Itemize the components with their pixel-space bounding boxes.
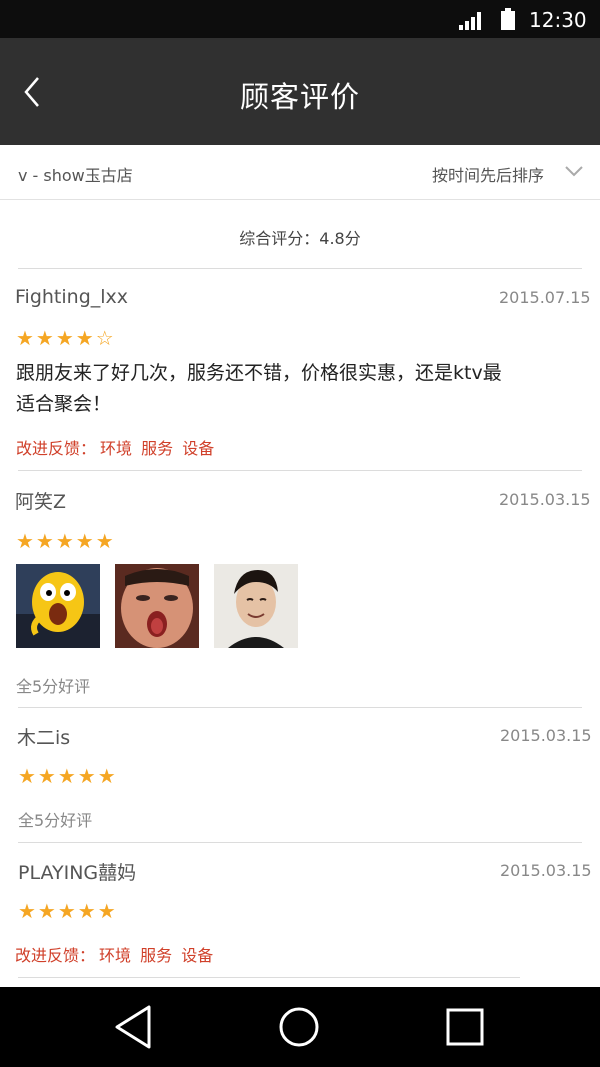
system-nav-bar [0, 987, 600, 1067]
divider [18, 268, 582, 269]
app-bar: 顾客评价 [0, 38, 600, 145]
reviewer-name: PLAYING囍妈 [18, 862, 137, 884]
cartoon-avatar-photo[interactable] [16, 564, 100, 648]
smiling-man-photo[interactable] [214, 564, 298, 648]
reviewer-name: 木二is [17, 727, 71, 749]
review-date: 2015.03.15 [499, 490, 591, 509]
star-rating: ★★★★★ [16, 529, 116, 553]
feedback-tag: 环境 [99, 946, 132, 965]
review-date: 2015.03.15 [500, 861, 592, 880]
feedback-tag: 服务 [140, 946, 173, 965]
overall-score: 综合评分：4.8分 [239, 229, 361, 248]
reviewer-name: 阿笑Z [15, 491, 67, 513]
signal-icon [459, 12, 481, 30]
status-bar: 12:30 [0, 0, 600, 38]
divider [18, 977, 520, 978]
page-title: 顾客评价 [239, 80, 360, 114]
sort-dropdown[interactable]: 按时间先后排序 [432, 162, 544, 186]
chevron-down-icon[interactable] [565, 165, 583, 177]
review-note: 全5分好评 [18, 811, 93, 830]
feedback-tag: 设备 [181, 946, 214, 965]
filter-row: v - show玉古店 按时间先后排序 [0, 145, 600, 200]
open-mouth-face-photo[interactable] [115, 564, 199, 648]
review-note: 全5分好评 [16, 677, 91, 696]
feedback-label: 改进反馈： [15, 946, 96, 965]
feedback-label: 改进反馈： [16, 439, 97, 458]
star-rating: ★★★★★ [18, 764, 118, 788]
battery-icon [501, 8, 515, 30]
review-text-line: 适合聚会！ [16, 393, 112, 415]
nav-home-icon[interactable] [259, 987, 339, 1067]
divider [18, 707, 582, 708]
store-name: v - show玉古店 [18, 166, 133, 185]
feedback-tags: 改进反馈： 环境 服务 设备 [16, 435, 218, 459]
star-rating: ★★★★★ [18, 899, 118, 923]
star-rating: ★★★★☆ [16, 326, 116, 350]
clock: 12:30 [529, 8, 587, 32]
nav-back-icon[interactable] [93, 987, 173, 1067]
nav-recents-icon[interactable] [425, 987, 505, 1067]
review-text: 跟朋友来了好几次，服务还不错，价格很实惠，还是ktv最 适合聚会！ [16, 358, 536, 420]
feedback-tag: 服务 [141, 439, 174, 458]
feedback-tag: 设备 [182, 439, 215, 458]
divider [18, 842, 582, 843]
divider [18, 470, 582, 471]
review-date: 2015.07.15 [499, 288, 591, 307]
review-text-line: 跟朋友来了好几次，服务还不错，价格很实惠，还是ktv最 [16, 362, 502, 384]
reviewer-name: Fighting_lxx [15, 286, 129, 308]
review-date: 2015.03.15 [500, 726, 592, 745]
feedback-tags: 改进反馈： 环境 服务 设备 [15, 942, 217, 966]
feedback-tag: 环境 [100, 439, 133, 458]
